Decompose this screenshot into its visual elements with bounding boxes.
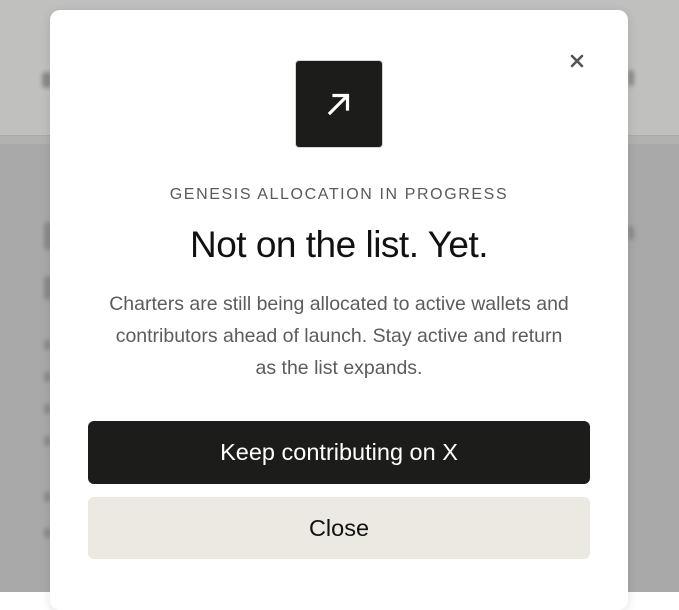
close-glyph <box>570 54 584 68</box>
modal-title: Not on the list. Yet. <box>189 224 489 265</box>
background-blur <box>628 226 634 240</box>
modal-description: Charters are still being allocated to ac… <box>109 293 569 379</box>
allocation-modal: GENESIS ALLOCATION IN PROGRESS Not on th… <box>50 10 628 610</box>
close-icon[interactable] <box>566 50 588 72</box>
arrow-up-right-icon <box>327 93 350 116</box>
icon-tile <box>296 61 382 147</box>
close-button[interactable]: Close <box>88 497 590 559</box>
background-blur <box>628 70 634 86</box>
keep-contributing-button[interactable]: Keep contributing on X <box>88 421 590 484</box>
modal-eyebrow: GENESIS ALLOCATION IN PROGRESS <box>169 186 509 203</box>
